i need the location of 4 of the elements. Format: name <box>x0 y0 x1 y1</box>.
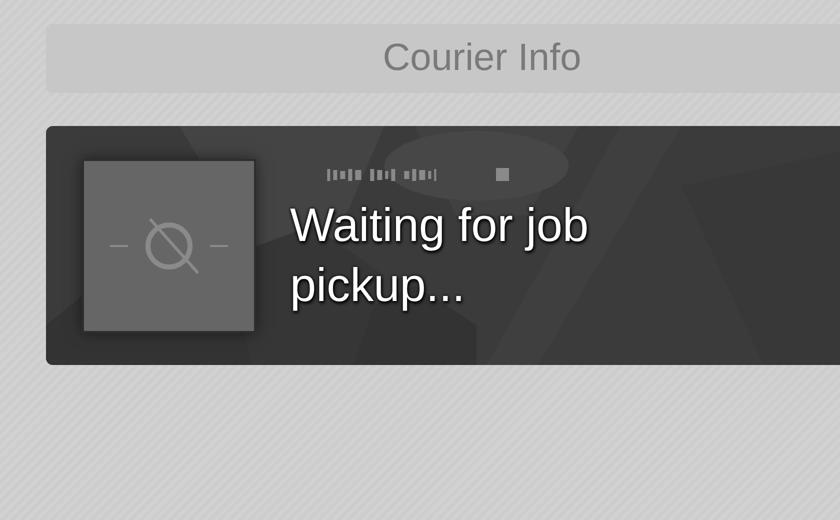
status-text: Waiting for job pickup... <box>290 197 590 313</box>
square-icon <box>496 168 510 181</box>
empty-slot-icon <box>110 216 228 276</box>
header-title: Courier Info <box>382 37 582 80</box>
